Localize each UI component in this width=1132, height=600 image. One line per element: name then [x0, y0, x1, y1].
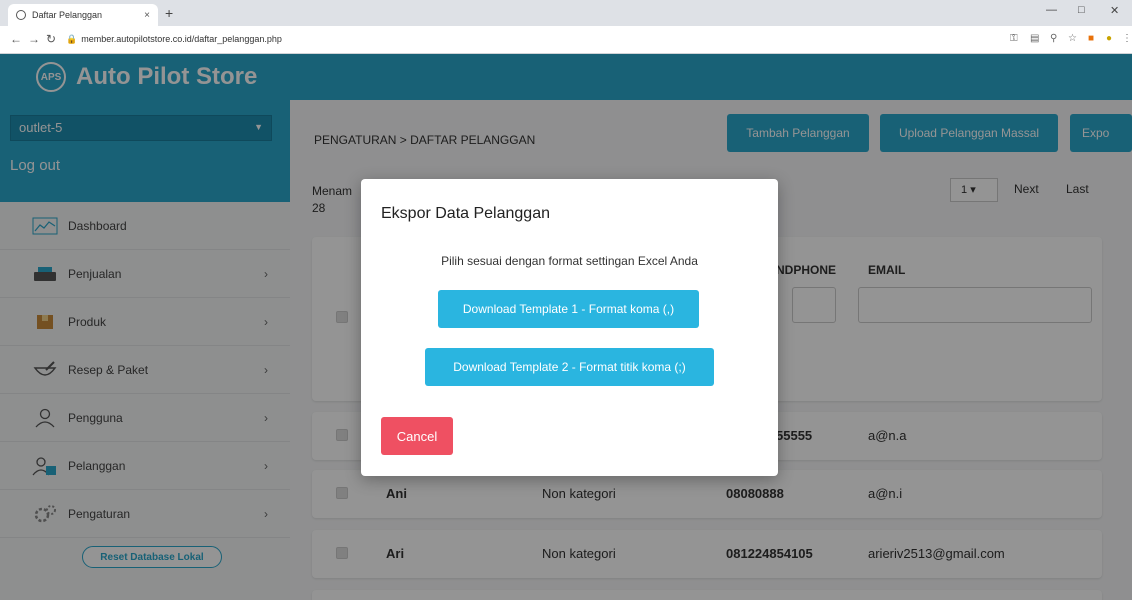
modal-title: Ekspor Data Pelanggan: [381, 205, 550, 222]
download-template-1-button[interactable]: Download Template 1 - Format koma (,): [438, 290, 699, 328]
url-field[interactable]: 🔒 member.autopilotstore.co.id/daftar_pela…: [66, 34, 282, 45]
maximize-icon[interactable]: □: [1078, 4, 1085, 16]
tab-close-icon[interactable]: ×: [144, 10, 150, 21]
minimize-icon[interactable]: —: [1046, 4, 1057, 16]
new-tab-button[interactable]: +: [165, 5, 173, 21]
forward-icon[interactable]: →: [28, 32, 40, 46]
cancel-button[interactable]: Cancel: [381, 417, 453, 455]
browser-tab[interactable]: Daftar Pelanggan ×: [8, 4, 158, 26]
tab-title: Daftar Pelanggan: [32, 10, 103, 20]
close-window-icon[interactable]: ✕: [1110, 4, 1119, 17]
browser-tab-bar: Daftar Pelanggan × + — □ ✕: [0, 0, 1132, 26]
address-bar: ← → ↻ 🔒 member.autopilotstore.co.id/dafta…: [0, 26, 1132, 54]
profile-icon[interactable]: ●: [1106, 33, 1112, 44]
download-template-2-button[interactable]: Download Template 2 - Format titik koma …: [425, 348, 714, 386]
translate-icon[interactable]: ▤: [1030, 33, 1039, 44]
zoom-icon[interactable]: ⚲: [1050, 33, 1057, 44]
more-menu-icon[interactable]: ⋮: [1122, 33, 1132, 44]
lock-icon: 🔒: [66, 34, 78, 44]
reload-icon[interactable]: ↻: [46, 32, 56, 46]
url-text: member.autopilotstore.co.id/daftar_pelan…: [81, 34, 282, 44]
globe-icon: [16, 10, 26, 20]
key-icon[interactable]: ⚿: [1010, 33, 1018, 44]
back-icon[interactable]: ←: [10, 32, 22, 46]
star-icon[interactable]: ☆: [1068, 33, 1077, 44]
modal-message: Pilih sesuai dengan format settingan Exc…: [441, 254, 698, 268]
export-modal: Ekspor Data Pelanggan Pilih sesuai denga…: [361, 179, 778, 476]
extension-icon[interactable]: ■: [1088, 33, 1094, 44]
